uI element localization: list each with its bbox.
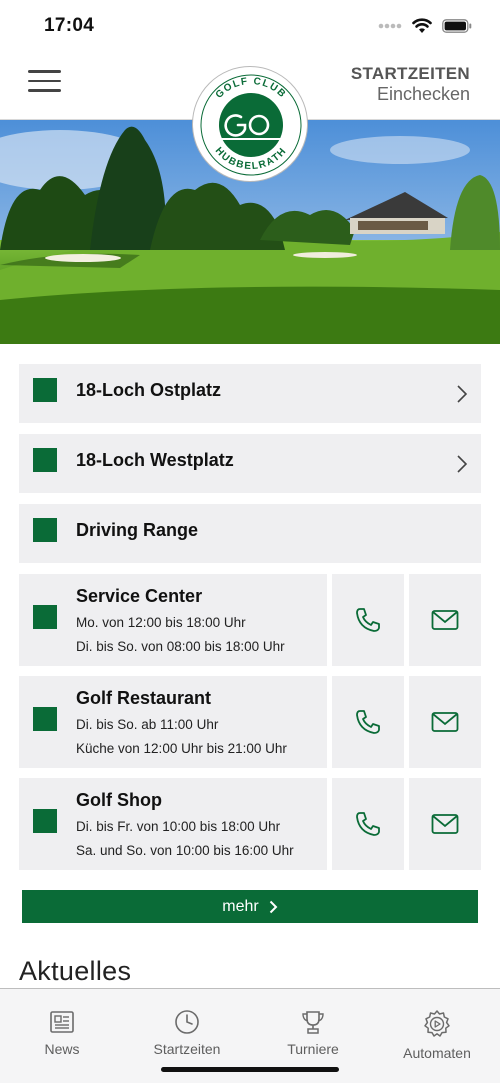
chevron-right-icon (457, 455, 468, 473)
contact-row-golf-restaurant: Golf Restaurant Di. bis So. ab 11:00 Uhr… (19, 676, 481, 768)
more-label: mehr (222, 897, 259, 915)
home-indicator (161, 1067, 339, 1072)
opening-hours-line: Küche von 12:00 Uhr bis 21:00 Uhr (76, 741, 287, 756)
status-square (33, 378, 57, 402)
chevron-right-icon (457, 385, 468, 403)
gear-play-icon (424, 1010, 450, 1037)
tee-times-label: STARTZEITEN (350, 64, 470, 83)
phone-icon (356, 608, 380, 632)
trophy-icon (302, 1011, 324, 1034)
contact-title: Service Center (76, 586, 203, 606)
course-label: 18-Loch Ostplatz (76, 380, 222, 400)
tee-times-link[interactable]: STARTZEITEN Einchecken (351, 64, 470, 104)
status-time: 17:04 (44, 15, 95, 36)
status-square (33, 448, 57, 472)
tab-label: News (44, 1041, 80, 1057)
newspaper-icon (50, 1011, 74, 1033)
news-heading: Aktuelles (19, 956, 132, 986)
contact-info: Service Center Mo. von 12:00 bis 18:00 U… (19, 574, 327, 666)
status-square (33, 518, 57, 542)
phone-icon (356, 812, 380, 836)
chevron-right-icon (269, 900, 278, 913)
tab-turniere[interactable]: Turniere (258, 1009, 368, 1057)
tab-news[interactable]: News (7, 1009, 117, 1057)
opening-hours-line: Di. bis So. von 08:00 bis 18:00 Uhr (76, 639, 285, 654)
mail-icon (431, 712, 459, 732)
call-button[interactable] (332, 676, 404, 768)
course-row-ostplatz[interactable]: 18-Loch Ostplatz (19, 364, 481, 423)
contact-row-service-center: Service Center Mo. von 12:00 bis 18:00 U… (19, 574, 481, 666)
opening-hours-line: Di. bis Fr. von 10:00 bis 18:00 Uhr (76, 819, 281, 834)
opening-hours-line: Mo. von 12:00 bis 18:00 Uhr (76, 615, 246, 630)
course-row-westplatz[interactable]: 18-Loch Westplatz (19, 434, 481, 493)
course-row-driving-range[interactable]: Driving Range (19, 504, 481, 563)
status-square (33, 707, 57, 731)
club-logo: GOLF CLUB HUBBELRATH (192, 66, 308, 182)
more-button[interactable]: mehr (22, 890, 478, 923)
status-icons (378, 18, 472, 34)
contact-row-golf-shop: Golf Shop Di. bis Fr. von 10:00 bis 18:0… (19, 778, 481, 870)
mail-icon (431, 610, 459, 630)
mail-icon (431, 814, 459, 834)
battery-icon (442, 19, 472, 33)
signal-icon (378, 23, 402, 29)
contact-title: Golf Shop (76, 790, 162, 810)
tab-label: Startzeiten (153, 1041, 221, 1057)
contact-title: Golf Restaurant (76, 688, 212, 708)
email-button[interactable] (409, 676, 481, 768)
contact-info: Golf Restaurant Di. bis So. ab 11:00 Uhr… (19, 676, 327, 768)
call-button[interactable] (332, 778, 404, 870)
call-button[interactable] (332, 574, 404, 666)
wifi-icon (412, 18, 432, 33)
menu-button[interactable] (28, 70, 61, 94)
email-button[interactable] (409, 778, 481, 870)
clock-icon (175, 1010, 199, 1034)
course-list: 18-Loch Ostplatz 18-Loch Westplatz Drivi… (19, 364, 481, 880)
checkin-label: Einchecken (376, 84, 470, 104)
phone-icon (356, 710, 380, 734)
contact-info: Golf Shop Di. bis Fr. von 10:00 bis 18:0… (19, 778, 327, 870)
tab-label: Automaten (403, 1045, 471, 1061)
course-label: Driving Range (76, 520, 199, 540)
status-bar: 17:04 (0, 0, 500, 52)
tab-startzeiten[interactable]: Startzeiten (132, 1009, 242, 1057)
opening-hours-line: Di. bis So. ab 11:00 Uhr (76, 717, 219, 732)
status-square (33, 809, 57, 833)
menu-icon (28, 70, 61, 73)
course-label: 18-Loch Westplatz (76, 450, 234, 470)
status-square (33, 605, 57, 629)
tab-label: Turniere (287, 1041, 339, 1057)
email-button[interactable] (409, 574, 481, 666)
tab-automaten[interactable]: Automaten (382, 1009, 492, 1061)
opening-hours-line: Sa. und So. von 10:00 bis 16:00 Uhr (76, 843, 294, 858)
